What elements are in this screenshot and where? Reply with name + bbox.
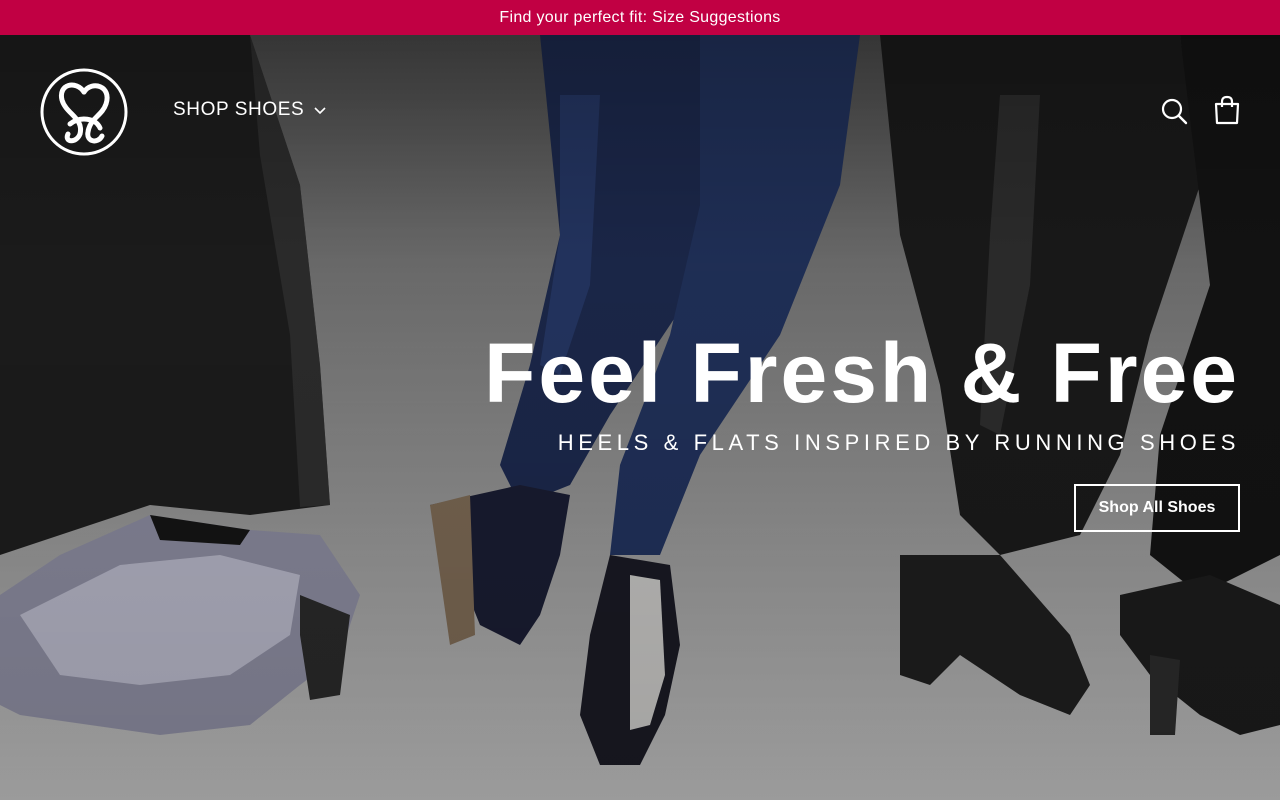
shopping-bag-icon[interactable]	[1213, 95, 1241, 125]
chevron-down-icon	[314, 107, 326, 115]
announcement-bar[interactable]: Find your perfect fit: Size Suggestions	[0, 0, 1280, 35]
search-icon[interactable]	[1160, 97, 1188, 125]
nav-shop-shoes-label: SHOP SHOES	[173, 99, 305, 120]
nav-shop-shoes[interactable]: SHOP SHOES	[173, 99, 326, 121]
announcement-text[interactable]: Find your perfect fit: Size Suggestions	[499, 9, 780, 27]
site-header: SHOP SHOES	[0, 35, 1280, 185]
shop-all-shoes-button[interactable]: Shop All Shoes	[1074, 484, 1240, 532]
brand-heart-logo-icon[interactable]	[40, 68, 128, 156]
hero-title: Feel Fresh & Free	[484, 326, 1240, 420]
hero-subtitle: HEELS & FLATS INSPIRED BY RUNNING SHOES	[557, 430, 1240, 455]
